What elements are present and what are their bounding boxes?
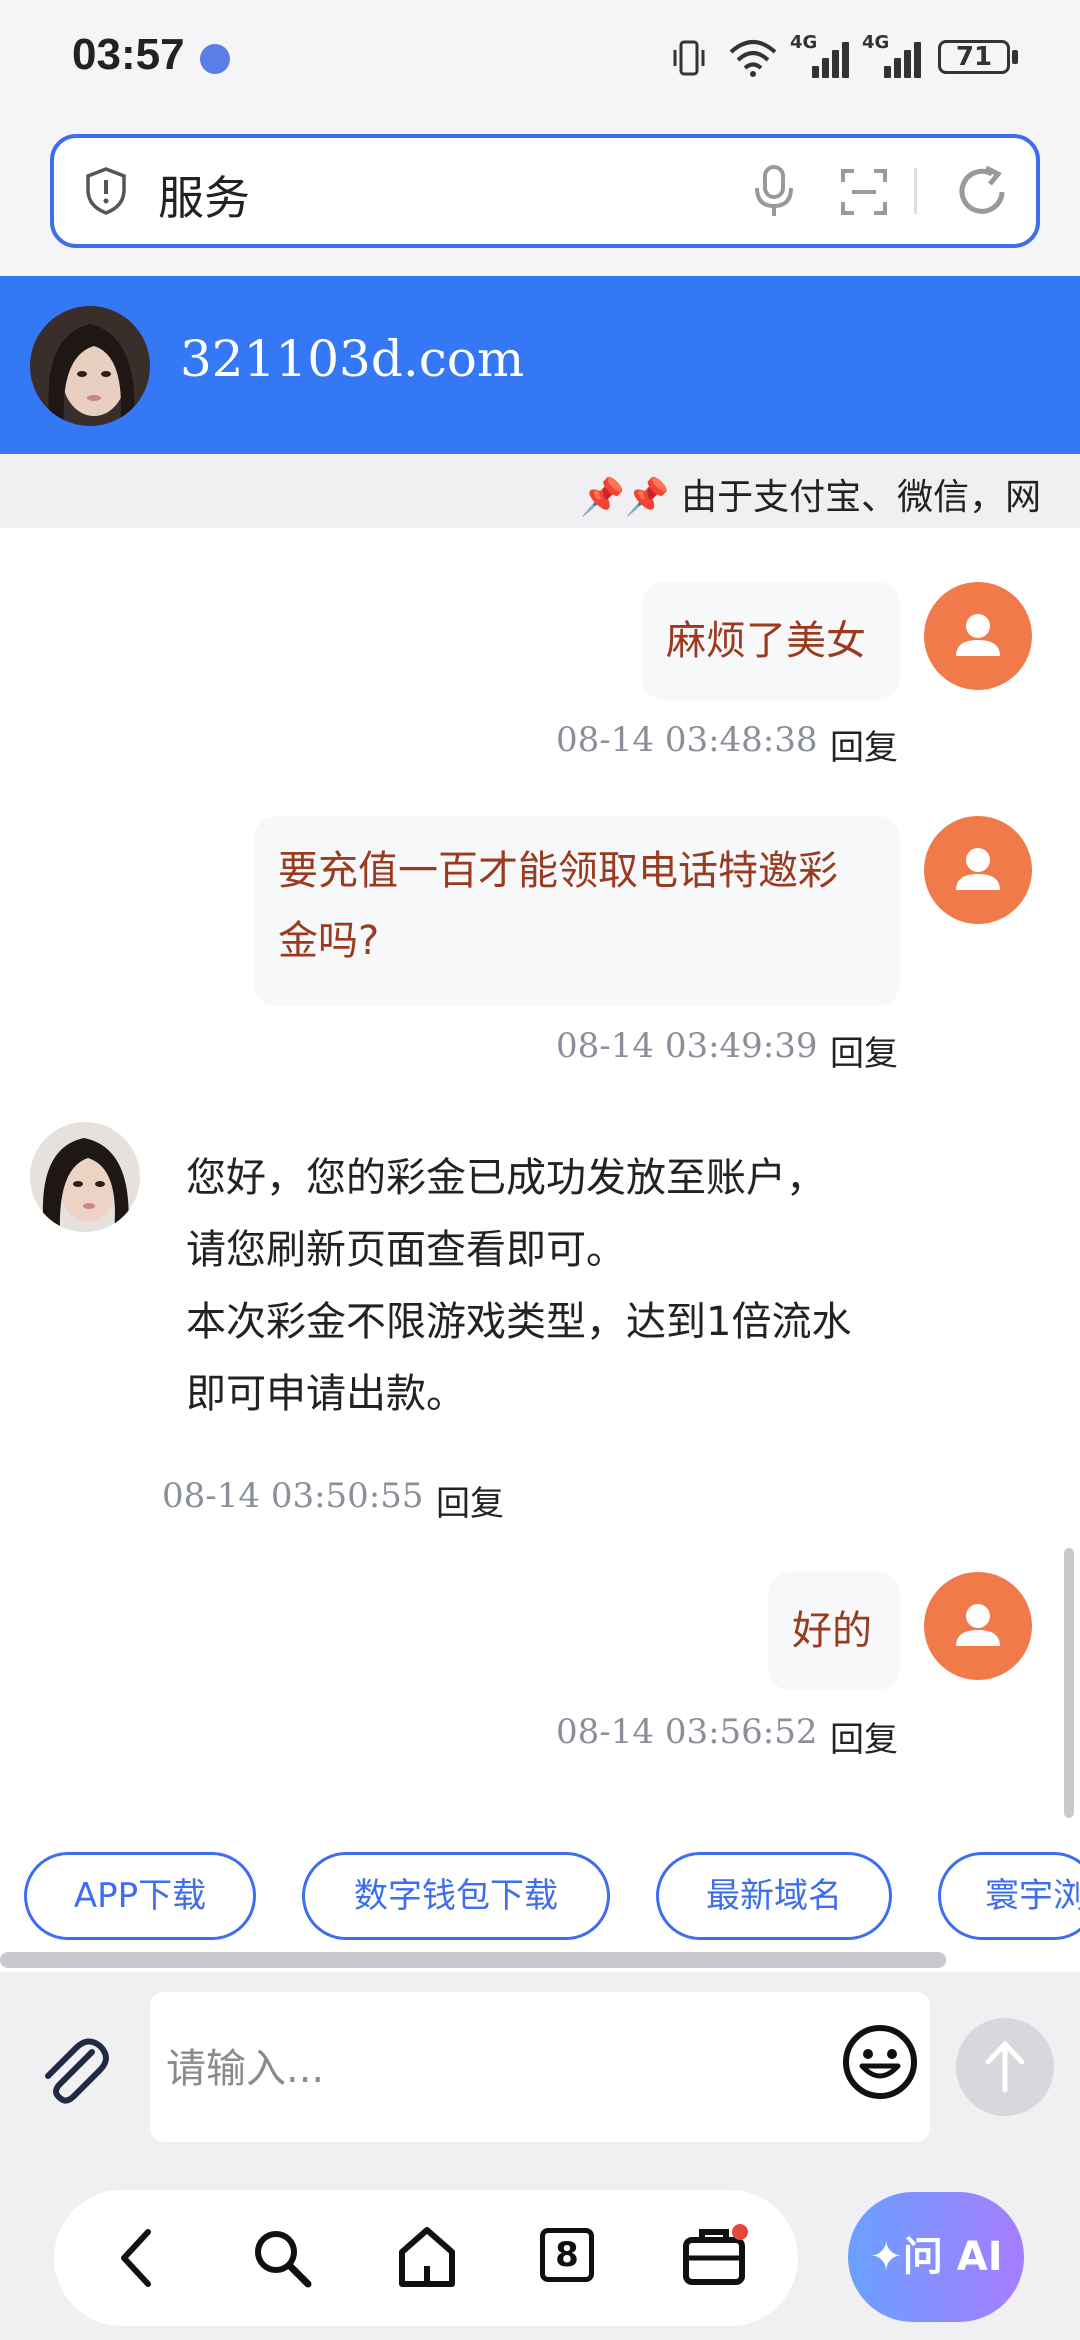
- quick-tag-app-download[interactable]: APP下载: [24, 1852, 256, 1940]
- search-icon[interactable]: [250, 2226, 314, 2290]
- person-icon: [956, 1604, 1000, 1646]
- person-icon: [956, 614, 1000, 656]
- agent-avatar[interactable]: [30, 306, 150, 426]
- message-bubble-user[interactable]: 要充值一百才能领取电话特邀彩 金吗?: [254, 816, 900, 1006]
- emoji-icon[interactable]: [840, 2022, 920, 2102]
- battery-cap: [1012, 50, 1018, 64]
- message-timestamp: 08-14 03:48:38: [556, 720, 818, 760]
- user-avatar[interactable]: [924, 582, 1032, 690]
- scan-icon[interactable]: [840, 168, 888, 216]
- message-timestamp: 08-14 03:50:55: [162, 1476, 424, 1516]
- chat-title: 321103d.com: [180, 330, 525, 388]
- send-button[interactable]: [956, 2018, 1054, 2116]
- battery-indicator: 71: [938, 40, 1010, 74]
- tags-scrollbar[interactable]: [0, 1952, 946, 1968]
- wifi-icon: [729, 40, 777, 77]
- announcement-text: 📌📌 由于支付宝、微信，网: [580, 477, 1042, 518]
- chat-header: [0, 276, 1080, 454]
- reply-link[interactable]: 回复: [830, 1026, 898, 1075]
- signal-icon-2: 4G: [862, 32, 924, 78]
- user-avatar[interactable]: [924, 1572, 1032, 1680]
- mic-icon[interactable]: [752, 164, 796, 220]
- divider: [914, 168, 917, 214]
- message-line: 要充值一百才能领取电话特邀彩: [278, 848, 838, 894]
- message-bubble-user[interactable]: 麻烦了美女: [642, 582, 900, 700]
- signal-icon: 4G: [790, 32, 852, 78]
- message-timestamp: 08-14 03:49:39: [556, 1026, 818, 1066]
- agent-avatar[interactable]: [30, 1122, 140, 1232]
- person-icon: [956, 848, 1000, 890]
- planet-icon: [200, 44, 230, 74]
- send-arrow-icon: [985, 2040, 1025, 2093]
- home-icon[interactable]: [396, 2224, 458, 2290]
- reply-link[interactable]: 回复: [436, 1476, 504, 1525]
- reply-link[interactable]: 回复: [830, 1712, 898, 1761]
- reply-link[interactable]: 回复: [830, 720, 898, 769]
- message-bubble-agent[interactable]: 您好，您的彩金已成功发放至账户， 请您刷新页面查看即可。 本次彩金不限游戏类型，…: [186, 1142, 906, 1430]
- sparkle-icon: ✦: [869, 2234, 903, 2280]
- vibrate-icon: [673, 40, 705, 76]
- message-line: 本次彩金不限游戏类型，达到1倍流水: [186, 1299, 852, 1345]
- refresh-icon[interactable]: [954, 164, 1010, 220]
- chat-scrollbar[interactable]: [1064, 1548, 1074, 1818]
- address-bar-text[interactable]: 服务: [158, 162, 250, 228]
- message-timestamp: 08-14 03:56:52: [556, 1712, 818, 1752]
- message-line: 即可申请出款。: [186, 1371, 466, 1417]
- message-bubble-user[interactable]: 好的: [768, 1572, 900, 1690]
- briefcase-icon[interactable]: [680, 2220, 750, 2290]
- user-avatar[interactable]: [924, 816, 1032, 924]
- ask-ai-button[interactable]: ✦问 AI: [848, 2192, 1024, 2322]
- back-icon[interactable]: [112, 2226, 162, 2290]
- shield-icon[interactable]: [84, 166, 128, 216]
- message-input-placeholder: 请输入...: [166, 2046, 325, 2092]
- message-line: 金吗?: [278, 918, 380, 964]
- quick-tag-latest-domain[interactable]: 最新域名: [656, 1852, 892, 1940]
- quick-tag-more[interactable]: 寰宇浏: [938, 1852, 1080, 1940]
- quick-tag-wallet-download[interactable]: 数字钱包下载: [302, 1852, 610, 1940]
- message-line: 您好，您的彩金已成功发放至账户，: [186, 1155, 826, 1201]
- tabs-icon[interactable]: 8: [540, 2228, 594, 2282]
- message-line: 请您刷新页面查看即可。: [186, 1227, 626, 1273]
- status-time: 03:57: [72, 30, 185, 79]
- paperclip-icon[interactable]: [34, 2030, 114, 2110]
